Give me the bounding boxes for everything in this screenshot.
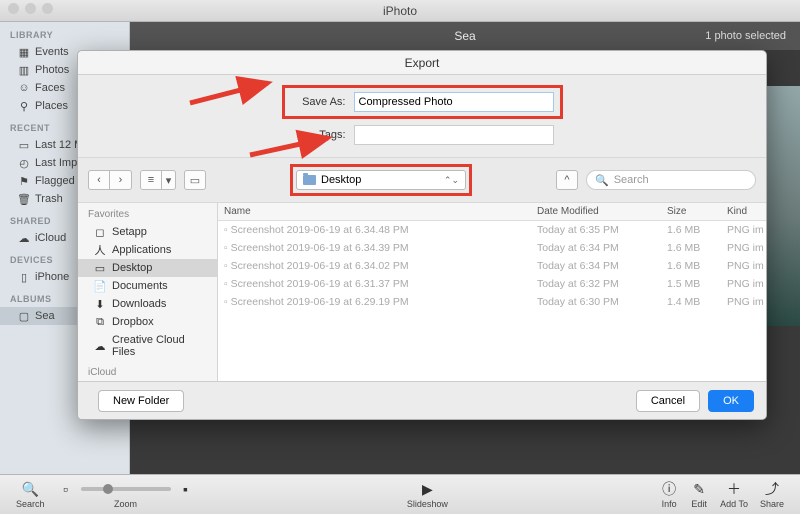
save-as-highlight: Save As: <box>282 85 563 119</box>
search-icon: 🔍 <box>21 480 39 498</box>
cloud-icon: ☁ <box>94 340 106 352</box>
save-as-label: Save As: <box>291 96 346 108</box>
fav-applications[interactable]: 人Applications <box>78 241 217 259</box>
sheet-footer: New Folder Cancel OK <box>78 381 766 419</box>
cancel-button[interactable]: Cancel <box>636 390 700 412</box>
traffic-lights[interactable] <box>8 3 53 14</box>
flag-icon: ⚑ <box>18 175 30 187</box>
back-button[interactable]: ‹ <box>88 170 110 190</box>
tb-edit[interactable]: ✎Edit <box>690 480 708 509</box>
file-header[interactable]: Name Date Modified Size Kind <box>218 203 766 221</box>
window-titlebar: iPhoto <box>0 0 800 22</box>
tb-info[interactable]: ⓘInfo <box>660 480 678 509</box>
file-row[interactable]: ▫ Screenshot 2019-06-19 at 6.34.39 PMTod… <box>218 239 766 257</box>
tb-zoom[interactable]: ▫▪ Zoom <box>57 480 195 509</box>
folder-icon <box>303 175 316 185</box>
ok-button[interactable]: OK <box>708 390 754 412</box>
square-icon: ◻ <box>94 226 106 238</box>
tb-search[interactable]: 🔍Search <box>16 480 45 509</box>
download-icon: ⬇ <box>94 298 106 310</box>
tags-label: Tags: <box>291 129 346 141</box>
view-list-button[interactable]: ≡ <box>140 170 162 190</box>
main-title: Sea <box>454 29 475 43</box>
faces-icon: ☺ <box>18 82 30 94</box>
share-icon: ⤴ <box>763 480 781 498</box>
calendar-icon: ▭ <box>18 139 30 151</box>
device-icon: ▯ <box>18 271 30 283</box>
photos-icon: ▥ <box>18 64 30 76</box>
chevron-updown-icon: ⌃⌄ <box>444 175 459 186</box>
tags-input[interactable] <box>354 125 554 145</box>
search-field[interactable]: 🔍 Search <box>586 170 756 190</box>
add-icon: ＋ <box>725 480 743 498</box>
file-row[interactable]: ▫ Screenshot 2019-06-19 at 6.34.02 PMTod… <box>218 257 766 275</box>
icloud-header: iCloud <box>78 361 217 381</box>
album-icon: ▢ <box>18 310 30 322</box>
forward-button[interactable]: › <box>110 170 132 190</box>
zoom-slider[interactable] <box>81 487 171 491</box>
events-icon: ▦ <box>18 46 30 58</box>
view-icon-button[interactable]: ▭ <box>184 170 206 190</box>
file-row[interactable]: ▫ Screenshot 2019-06-19 at 6.34.48 PMTod… <box>218 221 766 239</box>
edit-icon: ✎ <box>690 480 708 498</box>
trash-icon: 🗑 <box>18 193 30 205</box>
main-header: Sea 1 photo selected <box>130 22 800 50</box>
export-sheet: Export Save As: Tags: ‹ › ≡ <box>77 50 767 420</box>
dropbox-icon: ⧉ <box>94 316 106 328</box>
search-icon: 🔍 <box>595 174 609 187</box>
collapse-button[interactable]: ^ <box>556 170 578 190</box>
desktop-icon: ▭ <box>94 262 106 274</box>
play-icon: ▶ <box>418 480 436 498</box>
selection-count: 1 photo selected <box>705 30 786 42</box>
tb-share[interactable]: ⤴Share <box>760 480 784 509</box>
file-row[interactable]: ▫ Screenshot 2019-06-19 at 6.29.19 PMTod… <box>218 293 766 311</box>
tb-slideshow[interactable]: ▶Slideshow <box>407 480 448 509</box>
new-folder-button[interactable]: New Folder <box>98 390 184 412</box>
apps-icon: 人 <box>94 244 106 256</box>
sheet-title: Export <box>78 51 766 75</box>
doc-icon: 📄 <box>94 280 106 292</box>
info-icon: ⓘ <box>660 480 678 498</box>
app-title: iPhoto <box>383 4 417 18</box>
bottom-toolbar: 🔍Search ▫▪ Zoom ▶Slideshow ⓘInfo ✎Edit ＋… <box>0 474 800 514</box>
fav-creative-cloud[interactable]: ☁Creative Cloud Files <box>78 331 217 361</box>
favorites-header: Favorites <box>78 203 217 223</box>
clock-icon: ◴ <box>18 157 30 169</box>
sidebar-header: LIBRARY <box>0 22 129 43</box>
zoom-in-icon: ▪ <box>177 480 195 498</box>
cloud-icon: ☁ <box>18 232 30 244</box>
save-as-input[interactable] <box>354 92 554 112</box>
view-dropdown-button[interactable]: ▾ <box>162 170 176 190</box>
location-highlight: Desktop ⌃⌄ <box>290 164 472 196</box>
fav-setapp[interactable]: ◻Setapp <box>78 223 217 241</box>
fav-dropbox[interactable]: ⧉Dropbox <box>78 313 217 331</box>
file-row[interactable]: ▫ Screenshot 2019-06-19 at 6.31.37 PMTod… <box>218 275 766 293</box>
places-icon: ⚲ <box>18 100 30 112</box>
fav-downloads[interactable]: ⬇Downloads <box>78 295 217 313</box>
location-dropdown[interactable]: Desktop ⌃⌄ <box>296 170 466 190</box>
fav-desktop[interactable]: ▭Desktop <box>78 259 217 277</box>
zoom-out-icon: ▫ <box>57 480 75 498</box>
tb-addto[interactable]: ＋Add To <box>720 480 748 509</box>
fav-documents[interactable]: 📄Documents <box>78 277 217 295</box>
